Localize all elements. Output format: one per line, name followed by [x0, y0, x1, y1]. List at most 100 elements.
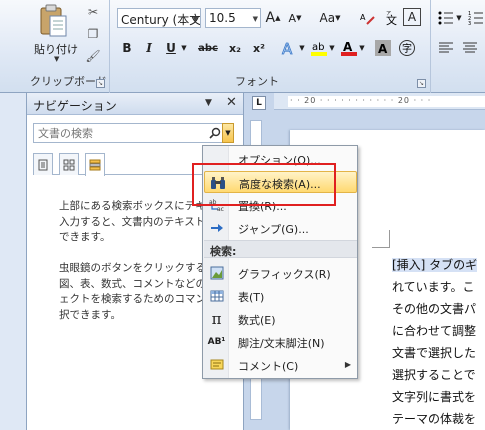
- font-color-icon[interactable]: A: [339, 38, 359, 58]
- document-text[interactable]: [挿入] タブのギ れています。こ その他の文書パ に合わせて調整 文書で選択し…: [392, 254, 485, 430]
- navigation-title: ナビゲーション: [33, 99, 117, 113]
- menu-item-footnote[interactable]: AB¹ 脚注/文末脚注(N): [204, 331, 357, 353]
- menu-item-label: ジャンプ(G)...: [238, 223, 309, 236]
- search-input[interactable]: [34, 124, 206, 142]
- phonetic-guide-icon[interactable]: 文ア: [381, 8, 401, 28]
- text-effects-dropdown-icon[interactable]: ▼: [297, 38, 307, 58]
- change-case-button[interactable]: Aa ▼: [315, 8, 345, 28]
- search-options-dropdown-icon[interactable]: ▼: [222, 123, 234, 143]
- menu-item-label: 置換(R)...: [238, 200, 287, 213]
- comment-icon: [208, 357, 225, 373]
- bullet-list-icon[interactable]: [436, 8, 456, 28]
- menu-item-advanced-find[interactable]: 高度な検索(A)...: [204, 171, 357, 193]
- results-icon: [89, 159, 101, 171]
- strikethrough-button[interactable]: abc: [195, 38, 221, 58]
- doc-line: に合わせて調整: [392, 324, 477, 338]
- menu-item-label: グラフィックス(R): [238, 268, 331, 281]
- menu-item-label: 高度な検索(A)...: [239, 178, 321, 191]
- clear-format-icon[interactable]: A: [357, 8, 377, 28]
- svg-text:A: A: [343, 40, 353, 54]
- menu-item-goto[interactable]: ジャンプ(G)...: [204, 217, 357, 239]
- svg-text:A: A: [360, 13, 366, 22]
- doc-line: テーマの体裁を: [392, 412, 477, 426]
- chevron-down-icon: ▼: [252, 15, 258, 23]
- enclosed-char-icon[interactable]: 字: [397, 38, 417, 58]
- highlight-dropdown-icon[interactable]: ▼: [327, 38, 337, 58]
- align-left-icon[interactable]: [436, 38, 456, 58]
- font-size-combo[interactable]: 10.5 ▼: [205, 8, 261, 28]
- pi-icon: π: [211, 310, 222, 328]
- ruler-scale: · · 20 · · · · · · · · · · · 20 · · ·: [290, 96, 432, 105]
- superscript-button[interactable]: x²: [249, 38, 269, 58]
- font-name-combo[interactable]: Century (本文 ▼: [117, 8, 201, 28]
- menu-item-graphics[interactable]: グラフィックス(R): [204, 262, 357, 284]
- arrow-right-icon: [208, 220, 225, 236]
- doc-line: [挿入] タブのギ: [392, 258, 478, 272]
- paragraph-group: ▼ 123: [432, 0, 485, 93]
- underline-dropdown-icon[interactable]: ▼: [179, 38, 189, 58]
- copy-icon[interactable]: ❐: [84, 26, 102, 42]
- font-group-label: フォント: [235, 75, 279, 88]
- doc-line: 文字列に書式を: [392, 390, 477, 404]
- footnote-icon: AB¹: [207, 337, 226, 347]
- numbered-list-icon[interactable]: 123: [466, 8, 485, 28]
- underline-button[interactable]: U: [161, 38, 181, 58]
- svg-text:ac: ac: [217, 206, 224, 212]
- svg-text:A: A: [378, 42, 388, 56]
- menu-item-replace[interactable]: ab ac 置換(R)...: [204, 194, 357, 216]
- font-size-value: 10.5: [209, 11, 236, 25]
- font-group: Century (本文 ▼ 10.5 ▼ A ▲ A ▼ Aa ▼ A 文ア A B …: [111, 0, 431, 93]
- tab-results[interactable]: [85, 153, 105, 176]
- text-effects-icon[interactable]: A: [279, 38, 299, 58]
- submenu-arrow-icon: ▶: [344, 360, 351, 369]
- font-launcher-icon[interactable]: ↘: [417, 79, 426, 88]
- bold-button[interactable]: B: [117, 38, 137, 58]
- binoculars-icon: [209, 175, 226, 191]
- svg-text:ア: ア: [386, 11, 391, 17]
- margin-corner-mark: [372, 230, 390, 248]
- left-margin-strip: [0, 93, 26, 430]
- align-center-icon[interactable]: [460, 38, 480, 58]
- highlight-color-icon[interactable]: ab: [309, 38, 329, 58]
- paste-dropdown-icon[interactable]: ▼: [54, 55, 59, 63]
- menu-item-comment[interactable]: コメント(C) ▶: [204, 354, 357, 376]
- navigation-header: ナビゲーション ▼ ✕: [27, 93, 243, 115]
- tab-selector-icon[interactable]: L: [252, 96, 266, 110]
- graphics-icon: [208, 265, 225, 281]
- font-color-dropdown-icon[interactable]: ▼: [357, 38, 367, 58]
- font-name-value: Century (本文: [121, 13, 201, 27]
- tab-pages[interactable]: [59, 153, 79, 175]
- menu-item-table[interactable]: 表(T): [204, 285, 357, 307]
- menu-item-equation[interactable]: π 数式(E): [204, 308, 357, 330]
- italic-button[interactable]: I: [139, 38, 159, 58]
- shrink-font-button[interactable]: A ▼: [285, 8, 305, 28]
- menu-item-label: 数式(E): [238, 314, 276, 327]
- tab-headings[interactable]: [33, 153, 53, 175]
- menu-item-options[interactable]: オプション(O)...: [204, 148, 357, 170]
- enclosed-char-label: A: [407, 10, 417, 24]
- cut-icon[interactable]: ✂: [84, 4, 102, 20]
- enclosed-char-button[interactable]: A: [403, 8, 421, 26]
- search-icon[interactable]: [208, 124, 222, 142]
- menu-item-label: 脚注/文末脚注(N): [238, 337, 325, 350]
- char-shading-icon[interactable]: A: [373, 38, 393, 58]
- replace-icon: ab ac: [208, 197, 225, 213]
- svg-text:A: A: [282, 40, 293, 57]
- clipboard-launcher-icon[interactable]: ↘: [96, 79, 105, 88]
- doc-line: 選択することで: [392, 368, 476, 382]
- grow-font-label: A: [265, 10, 276, 26]
- subscript-button[interactable]: x₂: [225, 38, 245, 58]
- grow-font-button[interactable]: A ▲: [263, 8, 283, 28]
- pages-icon: [63, 159, 75, 170]
- format-painter-icon[interactable]: 🖌: [84, 48, 102, 64]
- search-box: ▼: [33, 123, 234, 143]
- chevron-down-icon: ▼: [192, 15, 198, 23]
- svg-text:ab: ab: [209, 199, 217, 206]
- paste-icon[interactable]: [37, 4, 69, 38]
- close-icon[interactable]: ✕: [226, 95, 237, 110]
- pane-options-icon[interactable]: ▼: [205, 98, 212, 108]
- shrink-font-label: A: [288, 11, 297, 25]
- table-icon: [208, 288, 225, 304]
- bullet-dropdown-icon[interactable]: ▼: [454, 8, 464, 28]
- horizontal-ruler[interactable]: · · 20 · · · · · · · · · · · 20 · · ·: [274, 93, 485, 110]
